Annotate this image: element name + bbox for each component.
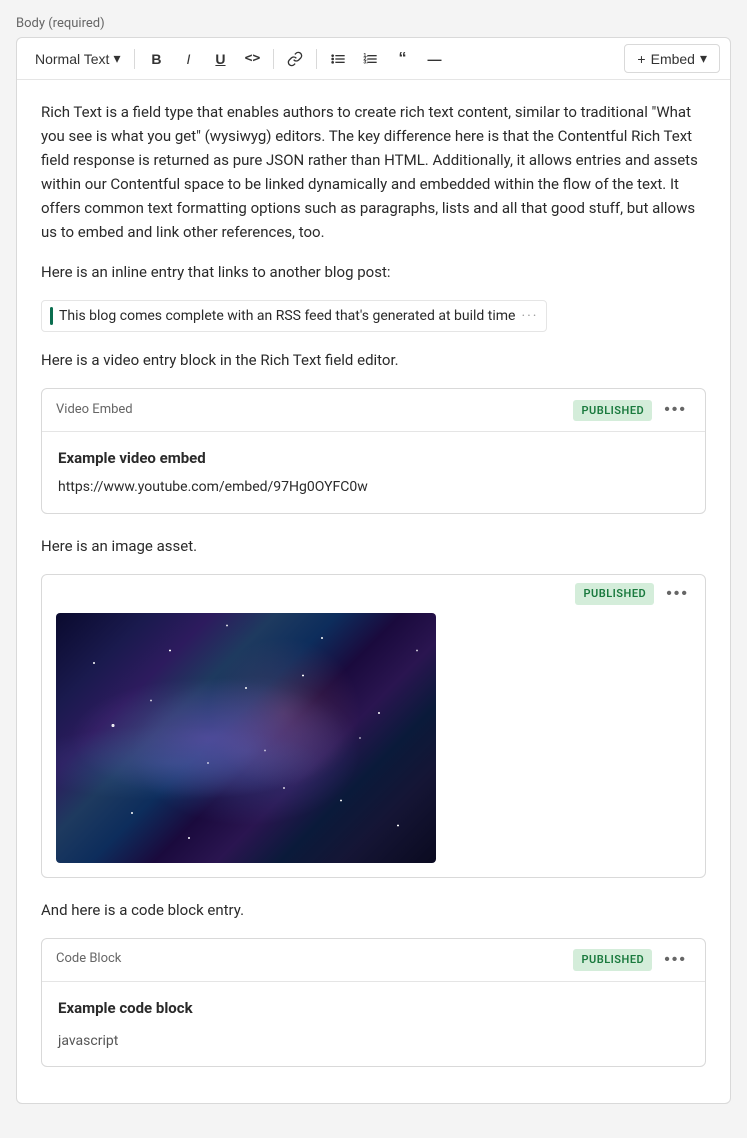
code-card-body: Example code block javascript	[42, 982, 705, 1066]
video-card-url: https://www.youtube.com/embed/97Hg0OYFC0…	[58, 476, 689, 498]
code-published-badge: PUBLISHED	[573, 949, 652, 971]
code-card-header: Code Block PUBLISHED •••	[42, 939, 705, 982]
paragraph-4: Here is an image asset.	[41, 534, 706, 558]
italic-button[interactable]: I	[173, 45, 203, 73]
code-card-title: Example code block	[58, 996, 689, 1020]
code-card-language: javascript	[58, 1026, 689, 1052]
bullet-list-icon	[330, 51, 346, 67]
code-button[interactable]: <>	[237, 45, 267, 73]
paragraph-5: And here is a code block entry.	[41, 898, 706, 922]
inline-entry-text: This blog comes complete with an RSS fee…	[59, 305, 515, 327]
bold-button[interactable]: B	[141, 45, 171, 73]
toolbar-divider-1	[134, 49, 135, 69]
image-asset-card: PUBLISHED •••	[41, 574, 706, 878]
video-card-title: Example video embed	[58, 446, 689, 470]
paragraph-2: Here is an inline entry that links to an…	[41, 260, 706, 284]
galaxy-image	[56, 613, 436, 863]
video-embed-card: Video Embed PUBLISHED ••• Example video …	[41, 388, 706, 513]
video-card-header: Video Embed PUBLISHED •••	[42, 389, 705, 432]
embed-label: Embed	[651, 51, 695, 67]
chevron-down-icon: ▾	[113, 50, 120, 67]
inline-entry-accent-bar	[50, 307, 53, 325]
inline-entry-menu-dots[interactable]: ···	[521, 305, 538, 327]
text-style-dropdown[interactable]: Normal Text ▾	[27, 46, 128, 71]
image-card-header: PUBLISHED •••	[42, 575, 705, 613]
code-block-card: Code Block PUBLISHED ••• Example code bl…	[41, 938, 706, 1067]
quote-button[interactable]: “	[387, 45, 417, 73]
underline-button[interactable]: U	[205, 45, 235, 73]
toolbar-divider-3	[316, 49, 317, 69]
video-published-badge: PUBLISHED	[573, 400, 652, 422]
embed-plus-icon: +	[637, 51, 645, 67]
editor-content: Rich Text is a field type that enables a…	[17, 80, 730, 1103]
toolbar-divider-2	[273, 49, 274, 69]
embed-chevron-icon: ▾	[700, 50, 707, 67]
ordered-list-button[interactable]: 1. 2. 3.	[355, 45, 385, 73]
image-card-menu-button[interactable]: •••	[662, 583, 693, 605]
bullet-list-button[interactable]	[323, 45, 353, 73]
code-card-type: Code Block	[56, 949, 121, 970]
video-card-body: Example video embed https://www.youtube.…	[42, 432, 705, 512]
inline-entry[interactable]: This blog comes complete with an RSS fee…	[41, 300, 547, 332]
video-card-type: Video Embed	[56, 400, 133, 421]
inline-entry-wrapper: This blog comes complete with an RSS fee…	[41, 300, 706, 332]
code-card-menu-button[interactable]: •••	[660, 949, 691, 971]
editor-toolbar: Normal Text ▾ B I U <>	[17, 38, 730, 80]
image-published-badge: PUBLISHED	[575, 583, 654, 605]
field-label: Body (required)	[16, 16, 731, 31]
embed-button[interactable]: + Embed ▾	[624, 44, 720, 73]
video-card-menu-button[interactable]: •••	[660, 399, 691, 421]
code-card-header-right: PUBLISHED •••	[573, 949, 691, 971]
hr-button[interactable]: —	[419, 45, 449, 73]
text-style-label: Normal Text	[35, 51, 109, 67]
paragraph-1: Rich Text is a field type that enables a…	[41, 100, 706, 244]
video-card-header-right: PUBLISHED •••	[573, 399, 691, 421]
paragraph-3: Here is a video entry block in the Rich …	[41, 348, 706, 372]
link-button[interactable]	[280, 45, 310, 73]
link-icon	[287, 51, 303, 67]
format-buttons: B I U <>	[141, 45, 267, 73]
rich-text-editor: Normal Text ▾ B I U <>	[16, 37, 731, 1104]
ordered-list-icon: 1. 2. 3.	[362, 51, 378, 67]
